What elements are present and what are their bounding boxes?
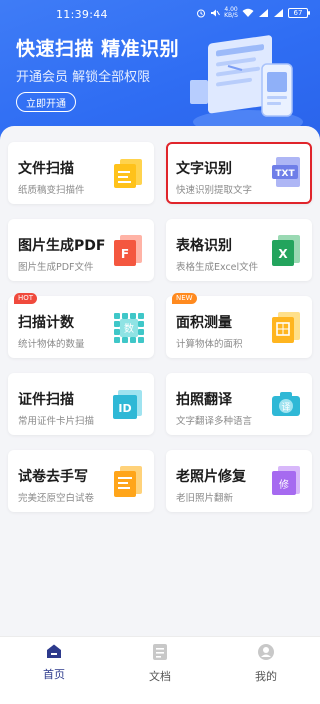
id-card-icon: ID <box>113 390 142 419</box>
card-exam-remove-handwriting[interactable]: 试卷去手写 完美还原空白试卷 <box>8 450 154 512</box>
card-subtitle: 完美还原空白试卷 <box>18 493 95 504</box>
signal-icon-2 <box>273 8 284 18</box>
excel-icon: X <box>272 235 300 266</box>
nav-label: 文档 <box>149 670 171 683</box>
svg-text:TXT: TXT <box>275 169 295 179</box>
pdf-icon: F <box>114 235 142 266</box>
card-subtitle: 文字翻译多种语言 <box>176 416 253 427</box>
document-icon <box>153 644 167 660</box>
card-photo-translate[interactable]: 拍照翻译 文字翻译多种语言 译 <box>166 373 312 435</box>
hero-subtitle: 开通会员 解锁全部权限 <box>16 70 151 85</box>
network-speed: 4.00 KB/S <box>224 6 238 19</box>
card-subtitle: 快速识别提取文字 <box>176 185 253 196</box>
folder-doc-icon <box>114 159 142 188</box>
alarm-icon <box>196 8 206 18</box>
card-subtitle: 老旧照片翻新 <box>176 493 234 504</box>
wifi-icon <box>242 8 254 18</box>
svg-text:修: 修 <box>279 478 289 491</box>
card-title: 扫描计数 <box>18 315 74 331</box>
exam-paper-icon <box>114 466 142 497</box>
photo-restore-icon: 修 <box>272 466 300 495</box>
card-title: 试卷去手写 <box>18 469 88 485</box>
mute-icon <box>210 8 221 18</box>
card-title: 表格识别 <box>176 238 232 254</box>
card-subtitle: 纸质稿变扫描件 <box>18 185 85 196</box>
card-subtitle: 图片生成PDF文件 <box>18 262 94 273</box>
card-title: 证件扫描 <box>18 392 74 408</box>
battery-icon: 67 <box>288 8 310 18</box>
status-time: 11:39:44 <box>56 8 108 21</box>
camera-translate-icon: 译 <box>272 392 300 416</box>
card-subtitle: 常用证件卡片扫描 <box>18 416 95 427</box>
new-badge: NEW <box>172 293 197 304</box>
card-old-photo-restore[interactable]: 老照片修复 老旧照片翻新 修 <box>166 450 312 512</box>
hot-badge: HOT <box>14 293 38 304</box>
home-icon <box>47 644 61 658</box>
card-subtitle: 计算物体的面积 <box>176 339 243 350</box>
card-id-scan[interactable]: 证件扫描 常用证件卡片扫描 ID <box>8 373 154 435</box>
nav-profile[interactable]: 我的 <box>236 643 296 684</box>
card-image-to-pdf[interactable]: 图片生成PDF 图片生成PDF文件 F <box>8 219 154 281</box>
svg-text:X: X <box>278 247 288 261</box>
count-grid-icon: 数 <box>114 313 144 343</box>
nav-label: 首页 <box>43 668 65 681</box>
svg-text:F: F <box>121 247 129 261</box>
card-file-scan[interactable]: 文件扫描 纸质稿变扫描件 <box>8 142 154 204</box>
card-area-measure[interactable]: NEW 面积测量 计算物体的面积 <box>166 293 312 358</box>
status-bar: 11:39:44 4.00 KB/S 67 <box>0 0 320 26</box>
txt-file-icon: TXT <box>272 157 300 187</box>
profile-icon <box>258 644 274 660</box>
hero-title: 快速扫描 精准识别 <box>16 38 180 60</box>
card-title: 老照片修复 <box>176 469 246 485</box>
subscribe-button[interactable]: 立即开通 <box>16 92 76 112</box>
nav-home[interactable]: 首页 <box>24 643 84 682</box>
feature-panel: 文件扫描 纸质稿变扫描件 文字识别 快速识别提取文字 TXT 图片生成PDF 图… <box>0 126 320 636</box>
card-title: 文字识别 <box>176 161 232 177</box>
svg-text:数: 数 <box>124 322 134 335</box>
scan-illustration-icon <box>190 35 303 134</box>
card-subtitle: 统计物体的数量 <box>18 339 85 350</box>
area-measure-icon <box>272 312 300 343</box>
card-table-recognition[interactable]: 表格识别 表格生成Excel文件 X <box>166 219 312 281</box>
svg-text:译: 译 <box>281 402 290 413</box>
nav-documents[interactable]: 文档 <box>130 643 190 684</box>
card-title: 文件扫描 <box>18 161 74 177</box>
card-title: 拍照翻译 <box>176 392 232 408</box>
bottom-navigation: 首页 文档 我的 <box>0 636 320 704</box>
card-text-recognition[interactable]: 文字识别 快速识别提取文字 TXT <box>166 142 312 204</box>
card-subtitle: 表格生成Excel文件 <box>176 262 259 273</box>
signal-icon <box>258 8 269 18</box>
nav-label: 我的 <box>255 670 277 683</box>
svg-text:ID: ID <box>118 402 131 415</box>
card-title: 图片生成PDF <box>18 238 106 254</box>
card-title: 面积测量 <box>176 315 232 331</box>
card-scan-count[interactable]: HOT 扫描计数 统计物体的数量 数 <box>8 293 154 358</box>
